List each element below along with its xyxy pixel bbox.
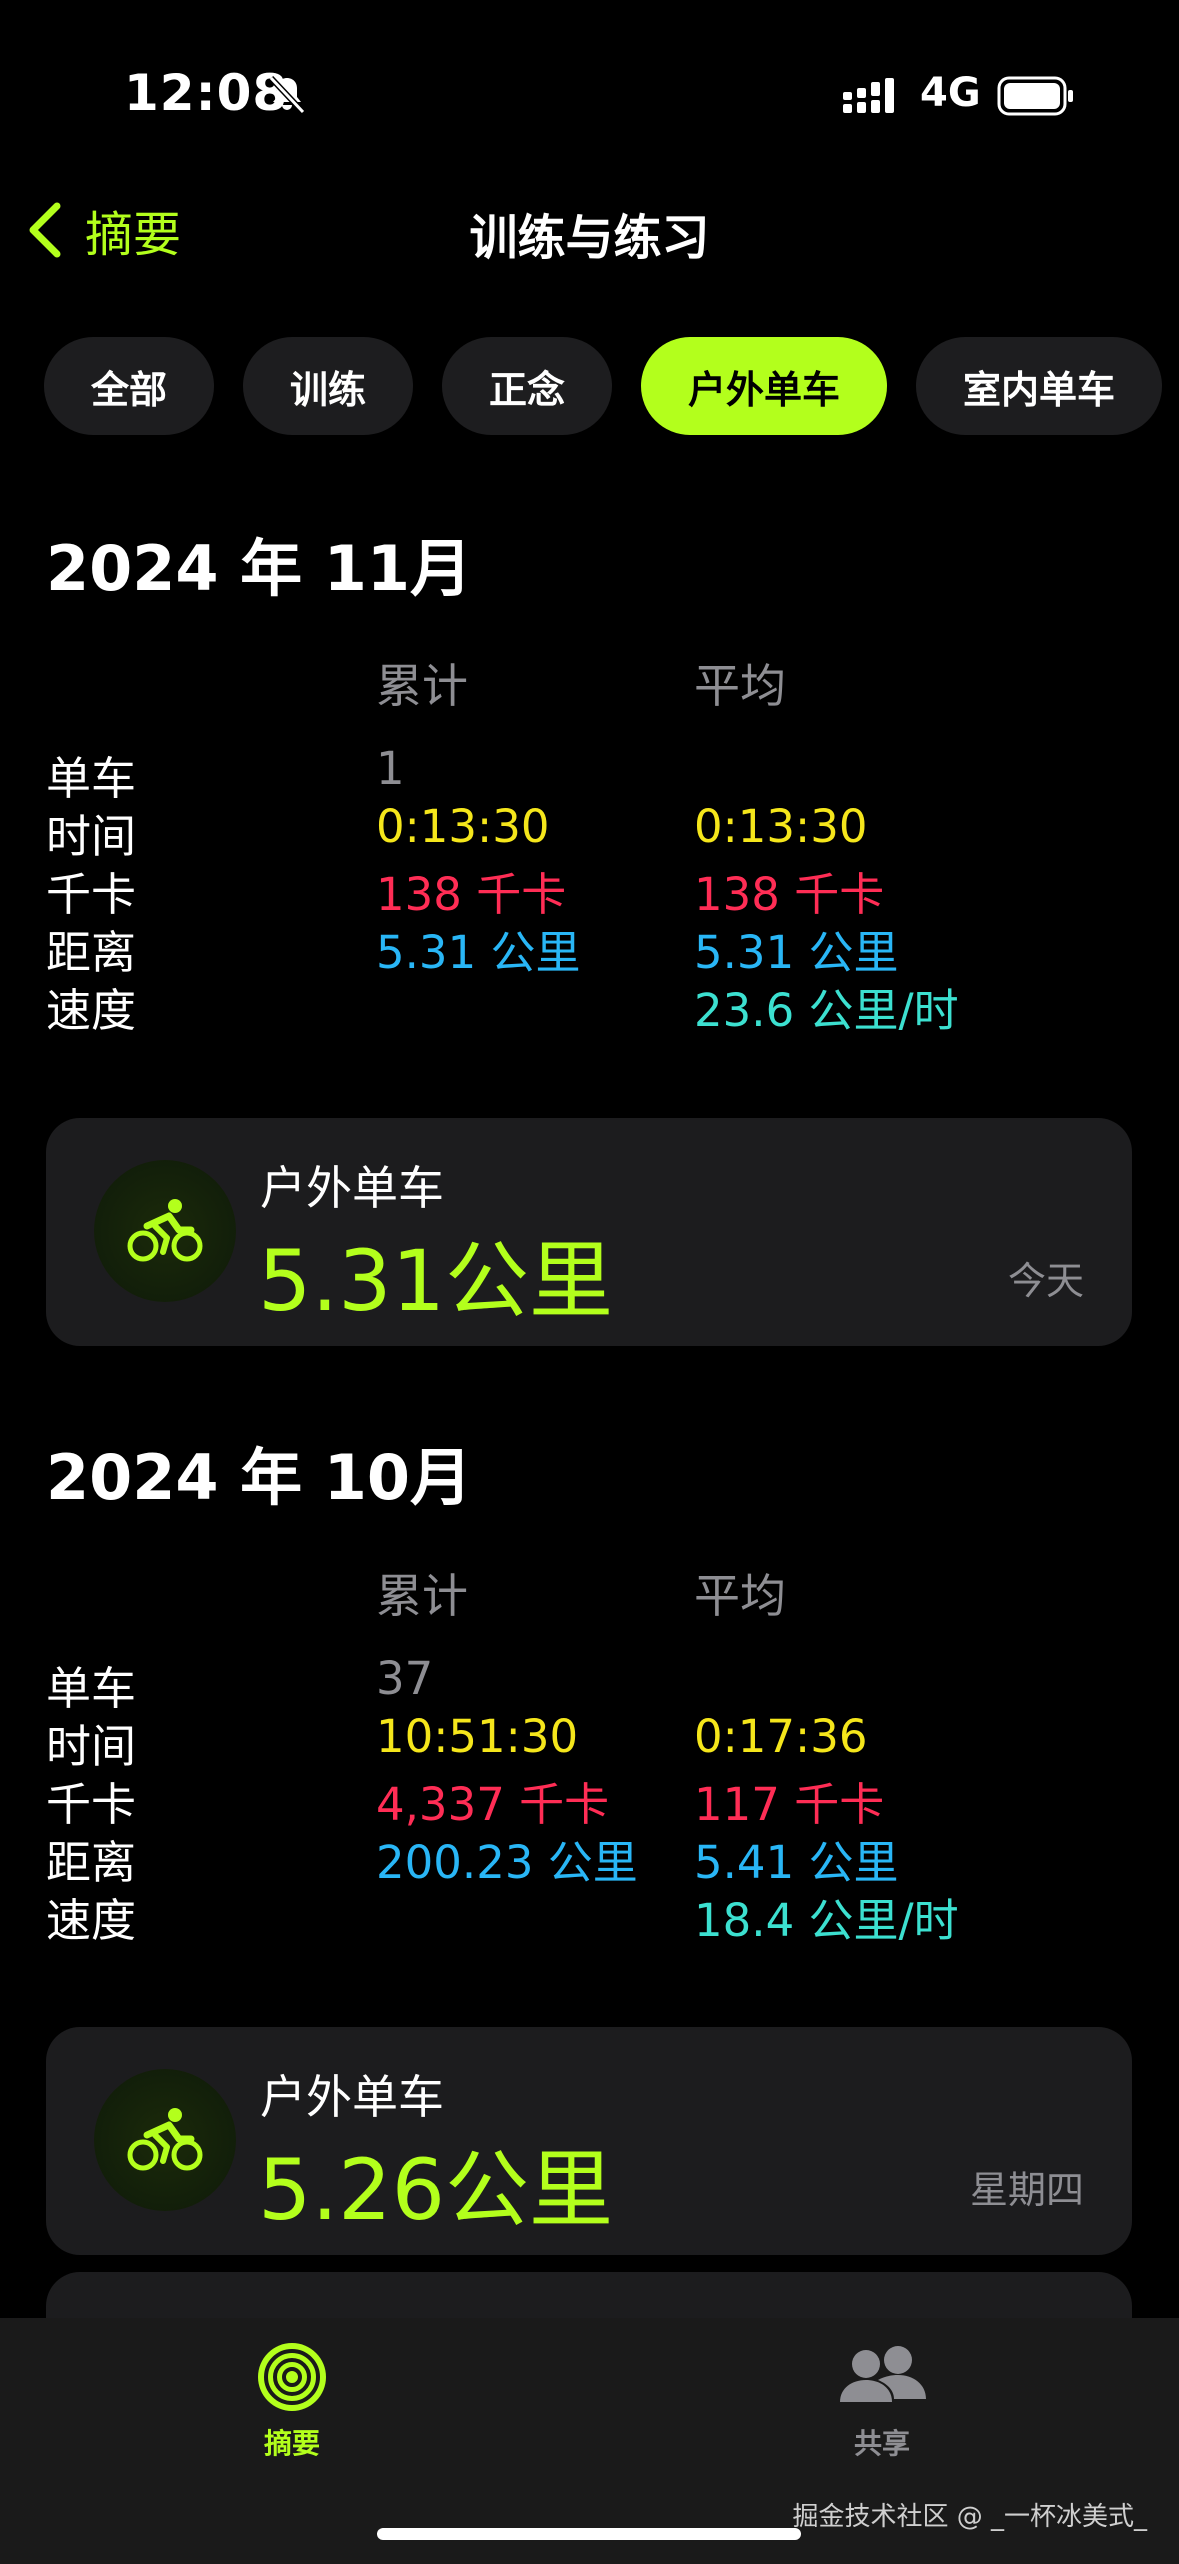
stat-average: 5.31 公里 bbox=[694, 926, 899, 979]
tab-label: 摘要 bbox=[263, 2427, 320, 2460]
people-icon bbox=[840, 2346, 926, 2402]
workout-date: 星期四 bbox=[969, 2168, 1084, 2212]
cycling-icon bbox=[127, 1199, 203, 1262]
stat-label: 单车 bbox=[46, 752, 137, 805]
stat-label: 千卡 bbox=[46, 868, 137, 921]
cycling-icon bbox=[127, 2108, 203, 2171]
stat-label: 千卡 bbox=[46, 1778, 137, 1831]
page-title: 训练与练习 bbox=[469, 210, 710, 266]
tab-share[interactable]: 共享 bbox=[822, 2340, 942, 2462]
workout-card[interactable]: 户外单车 5.31公里 今天 bbox=[46, 1118, 1132, 1346]
stat-row-rides: 单车 1 bbox=[46, 742, 1146, 805]
filter-chip-indoor-cycling[interactable]: 室内单车 bbox=[916, 337, 1162, 435]
total-header: 累计 bbox=[376, 1569, 468, 1623]
month-title: 2024 年 10月 bbox=[46, 1441, 473, 1514]
stat-total: 5.31 公里 bbox=[376, 926, 581, 979]
stat-label: 时间 bbox=[46, 810, 137, 863]
stat-average: 117 千卡 bbox=[694, 1778, 885, 1831]
stat-row-calories: 千卡 4,337 千卡 117 千卡 bbox=[46, 1768, 1146, 1831]
watermark: 掘金技术社区 @ _一杯冰美式_ bbox=[792, 2502, 1147, 2532]
stat-total: 10:51:30 bbox=[376, 1710, 579, 1763]
month-title: 2024 年 11月 bbox=[46, 532, 473, 605]
stat-average: 0:13:30 bbox=[694, 800, 868, 853]
average-header: 平均 bbox=[694, 659, 786, 713]
workout-date: 今天 bbox=[1007, 1259, 1084, 1303]
stat-label: 单车 bbox=[46, 1662, 137, 1715]
workout-card[interactable]: 户外单车 5.26公里 星期四 bbox=[46, 2027, 1132, 2255]
stat-label: 速度 bbox=[46, 1894, 137, 1947]
home-indicator[interactable] bbox=[377, 2528, 801, 2540]
stat-total: 1 bbox=[376, 742, 405, 795]
stat-label: 距离 bbox=[46, 1836, 137, 1889]
stat-label: 时间 bbox=[46, 1720, 137, 1773]
stat-total: 0:13:30 bbox=[376, 800, 550, 853]
bell-slash-icon bbox=[268, 75, 306, 115]
stat-row-time: 时间 0:13:30 0:13:30 bbox=[46, 800, 1146, 863]
status-bar: 12:08 4G bbox=[0, 0, 1179, 190]
stat-row-calories: 千卡 138 千卡 138 千卡 bbox=[46, 858, 1146, 921]
stat-average: 5.41 公里 bbox=[694, 1836, 899, 1889]
stat-row-speed: 速度 18.4 公里/时 bbox=[46, 1884, 1146, 1947]
stat-row-distance: 距离 200.23 公里 5.41 公里 bbox=[46, 1826, 1146, 1889]
filter-chips: 全部 训练 正念 户外单车 室内单车 bbox=[44, 337, 1179, 435]
filter-chip-mindfulness[interactable]: 正念 bbox=[442, 337, 612, 435]
tab-label: 共享 bbox=[853, 2427, 910, 2460]
stat-total: 200.23 公里 bbox=[376, 1836, 638, 1889]
stat-row-speed: 速度 23.6 公里/时 bbox=[46, 974, 1146, 1037]
total-header: 累计 bbox=[376, 659, 468, 713]
stat-row-rides: 单车 37 bbox=[46, 1652, 1146, 1715]
stat-total: 4,337 千卡 bbox=[376, 1778, 610, 1831]
workout-distance: 5.26公里 bbox=[258, 2141, 614, 2239]
workout-icon-badge bbox=[94, 2069, 236, 2211]
workout-type: 户外单车 bbox=[260, 1161, 444, 1215]
status-time: 12:08 bbox=[124, 64, 289, 122]
stat-label: 速度 bbox=[46, 984, 137, 1037]
workout-distance: 5.31公里 bbox=[258, 1232, 614, 1330]
stat-average: 0:17:36 bbox=[694, 1710, 868, 1763]
stat-total: 37 bbox=[376, 1652, 434, 1705]
stat-row-time: 时间 10:51:30 0:17:36 bbox=[46, 1710, 1146, 1773]
workout-type: 户外单车 bbox=[260, 2070, 444, 2124]
stat-row-distance: 距离 5.31 公里 5.31 公里 bbox=[46, 916, 1146, 979]
filter-chip-outdoor-cycling[interactable]: 户外单车 bbox=[641, 337, 887, 435]
filter-chip-workouts[interactable]: 训练 bbox=[243, 337, 413, 435]
stat-average: 18.4 公里/时 bbox=[694, 1894, 959, 1947]
battery-icon bbox=[997, 76, 1073, 116]
network-type: 4G bbox=[920, 70, 981, 116]
signal-icon bbox=[843, 78, 894, 113]
stat-total: 138 千卡 bbox=[376, 868, 567, 921]
stat-average: 23.6 公里/时 bbox=[694, 984, 959, 1037]
stat-average: 138 千卡 bbox=[694, 868, 885, 921]
filter-chip-all[interactable]: 全部 bbox=[44, 337, 214, 435]
workout-icon-badge bbox=[94, 1160, 236, 1302]
average-header: 平均 bbox=[694, 1569, 786, 1623]
stat-label: 距离 bbox=[46, 926, 137, 979]
activity-rings-icon bbox=[258, 2343, 326, 2411]
tab-summary[interactable]: 摘要 bbox=[232, 2340, 352, 2462]
